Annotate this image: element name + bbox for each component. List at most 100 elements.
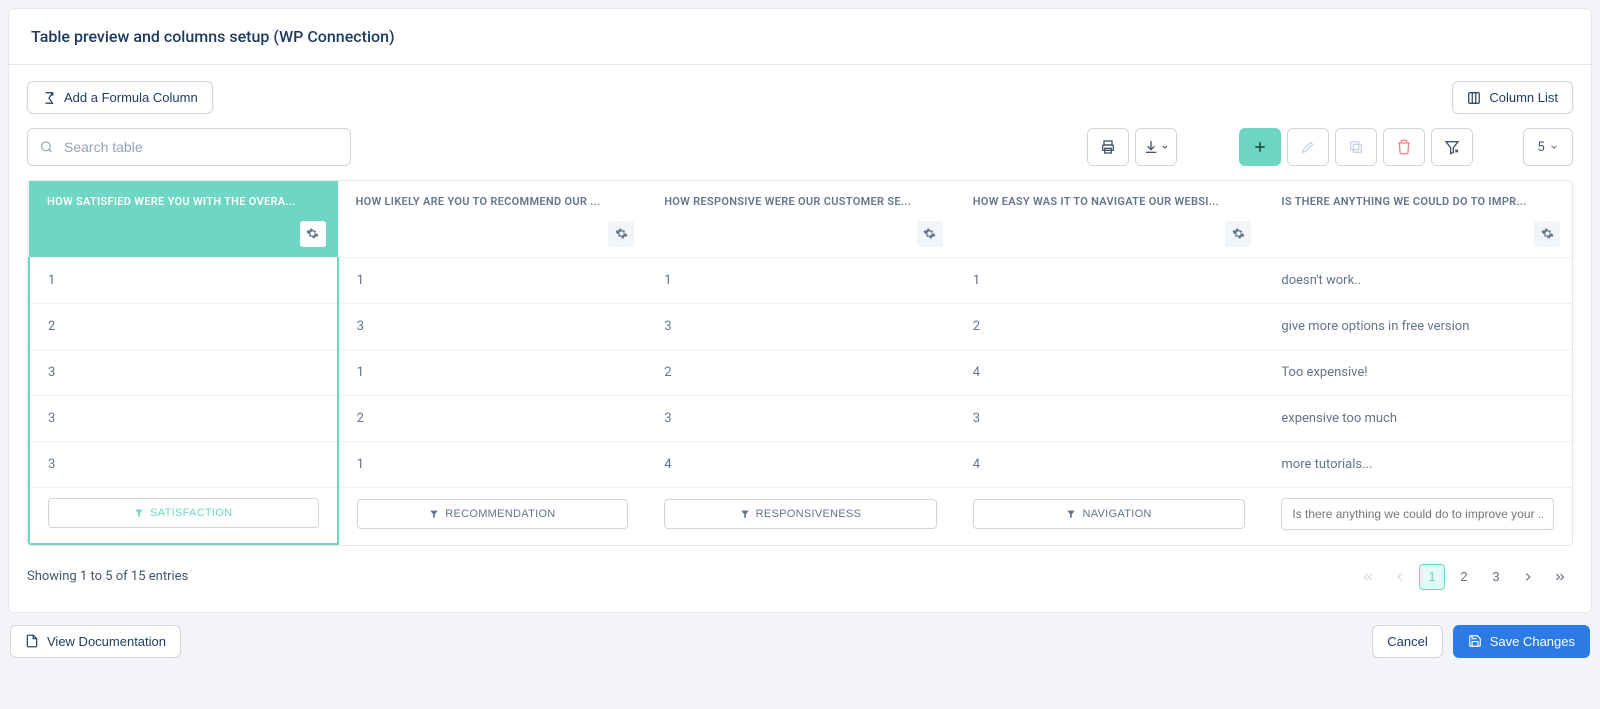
page-next[interactable] [1515,564,1541,590]
page-3[interactable]: 3 [1483,564,1509,590]
pagination: 1 2 3 [1355,564,1573,590]
toolbar-row: 5 [27,128,1573,166]
filter-label-0: SATISFACTION [150,507,232,519]
cell: 3 [29,349,338,395]
cell: Too expensive! [1263,349,1572,395]
card-body: Add a Formula Column Column List [9,65,1591,612]
cell: 1 [29,257,338,303]
cell: 2 [646,349,955,395]
col-header-0[interactable]: HOW SATISFIED WERE YOU WITH THE OVERA... [29,181,338,257]
header-row: HOW SATISFIED WERE YOU WITH THE OVERA...… [29,181,1572,257]
table-row[interactable]: 3 1 4 4 more tutorials... [29,441,1572,487]
col-settings-3[interactable] [1225,221,1251,247]
table-row[interactable]: 2 3 3 2 give more options in free versio… [29,303,1572,349]
col-header-4-label: IS THERE ANYTHING WE COULD DO TO IMPR... [1281,195,1526,208]
filter-clear-button[interactable] [1431,128,1473,166]
cancel-label: Cancel [1387,634,1427,649]
page-2[interactable]: 2 [1451,564,1477,590]
col-settings-2[interactable] [917,221,943,247]
cell: 1 [338,349,647,395]
top-row: Add a Formula Column Column List [27,81,1573,114]
col-settings-4[interactable] [1534,221,1560,247]
cell: 1 [338,441,647,487]
cell: more tutorials... [1263,441,1572,487]
download-button[interactable] [1135,128,1177,166]
column-list-button[interactable]: Column List [1452,81,1573,114]
file-icon [25,634,39,648]
filter-btn-1[interactable]: RECOMMENDATION [357,499,629,529]
cancel-button[interactable]: Cancel [1372,625,1442,658]
print-button[interactable] [1087,128,1129,166]
filter-input-4[interactable] [1281,498,1554,530]
table-wrap: HOW SATISFIED WERE YOU WITH THE OVERA...… [27,180,1573,546]
page-last[interactable] [1547,564,1573,590]
filter-label-2: RESPONSIVENESS [756,508,862,520]
col-header-1-label: HOW LIKELY ARE YOU TO RECOMMEND OUR ... [356,195,601,208]
col-header-2-label: HOW RESPONSIVE WERE OUR CUSTOMER SE... [664,195,911,208]
filter-label-1: RECOMMENDATION [445,508,555,520]
col-settings-0[interactable] [300,221,326,247]
table-row[interactable]: 3 2 3 3 expensive too much [29,395,1572,441]
view-docs-label: View Documentation [47,634,166,649]
col-settings-1[interactable] [608,221,634,247]
main-card: Table preview and columns setup (WP Conn… [8,8,1592,613]
cell: 3 [29,395,338,441]
page-first[interactable] [1355,564,1381,590]
filter-label-3: NAVIGATION [1082,508,1151,520]
entries-info: Showing 1 to 5 of 15 entries [27,569,188,584]
search-wrap [27,128,351,166]
cell: 3 [29,441,338,487]
cell: 1 [338,257,647,303]
cell: 1 [646,257,955,303]
bottom-actions: Cancel Save Changes [1372,625,1590,658]
filter-btn-0[interactable]: SATISFACTION [48,498,319,528]
table-row[interactable]: 1 1 1 1 doesn't work.. [29,257,1572,303]
cell: 3 [955,395,1264,441]
search-input[interactable] [27,128,351,166]
cell: 4 [955,349,1264,395]
edit-group [1239,128,1473,166]
delete-button[interactable] [1383,128,1425,166]
cell: give more options in free version [1263,303,1572,349]
cell: 3 [646,303,955,349]
add-button[interactable] [1239,128,1281,166]
col-header-1[interactable]: HOW LIKELY ARE YOU TO RECOMMEND OUR ... [338,181,647,257]
save-button[interactable]: Save Changes [1453,625,1590,658]
cell: 1 [955,257,1264,303]
cell: 3 [646,395,955,441]
column-list-label: Column List [1489,90,1558,105]
add-formula-label: Add a Formula Column [64,90,198,105]
col-header-2[interactable]: HOW RESPONSIVE WERE OUR CUSTOMER SE... [646,181,955,257]
page-size-value: 5 [1537,140,1544,155]
copy-button[interactable] [1335,128,1377,166]
filter-row: SATISFACTION RECOMMENDATION [29,487,1572,544]
export-group [1087,128,1177,166]
cell: expensive too much [1263,395,1572,441]
add-formula-button[interactable]: Add a Formula Column [27,81,213,114]
data-table: HOW SATISFIED WERE YOU WITH THE OVERA...… [28,181,1572,545]
save-icon [1468,634,1482,648]
page-1[interactable]: 1 [1419,564,1445,590]
table-footer: Showing 1 to 5 of 15 entries 1 2 3 [27,546,1573,596]
col-header-4[interactable]: IS THERE ANYTHING WE COULD DO TO IMPR... [1263,181,1572,257]
card-title: Table preview and columns setup (WP Conn… [9,9,1591,65]
filter-btn-2[interactable]: RESPONSIVENESS [664,499,937,529]
save-label: Save Changes [1490,634,1575,649]
page-size-select[interactable]: 5 [1523,128,1573,166]
page-prev[interactable] [1387,564,1413,590]
edit-button[interactable] [1287,128,1329,166]
toolbar-actions: 5 [1087,128,1573,166]
view-docs-button[interactable]: View Documentation [10,625,181,658]
col-header-3-label: HOW EASY WAS IT TO NAVIGATE OUR WEBSI... [973,195,1219,208]
bottom-bar: View Documentation Cancel Save Changes [8,625,1592,658]
search-icon [39,140,54,155]
cell: 4 [646,441,955,487]
cell: 2 [338,395,647,441]
cell: 2 [29,303,338,349]
formula-icon [42,91,56,105]
cell: doesn't work.. [1263,257,1572,303]
columns-icon [1467,91,1481,105]
table-row[interactable]: 3 1 2 4 Too expensive! [29,349,1572,395]
filter-btn-3[interactable]: NAVIGATION [973,499,1246,529]
col-header-3[interactable]: HOW EASY WAS IT TO NAVIGATE OUR WEBSI... [955,181,1264,257]
